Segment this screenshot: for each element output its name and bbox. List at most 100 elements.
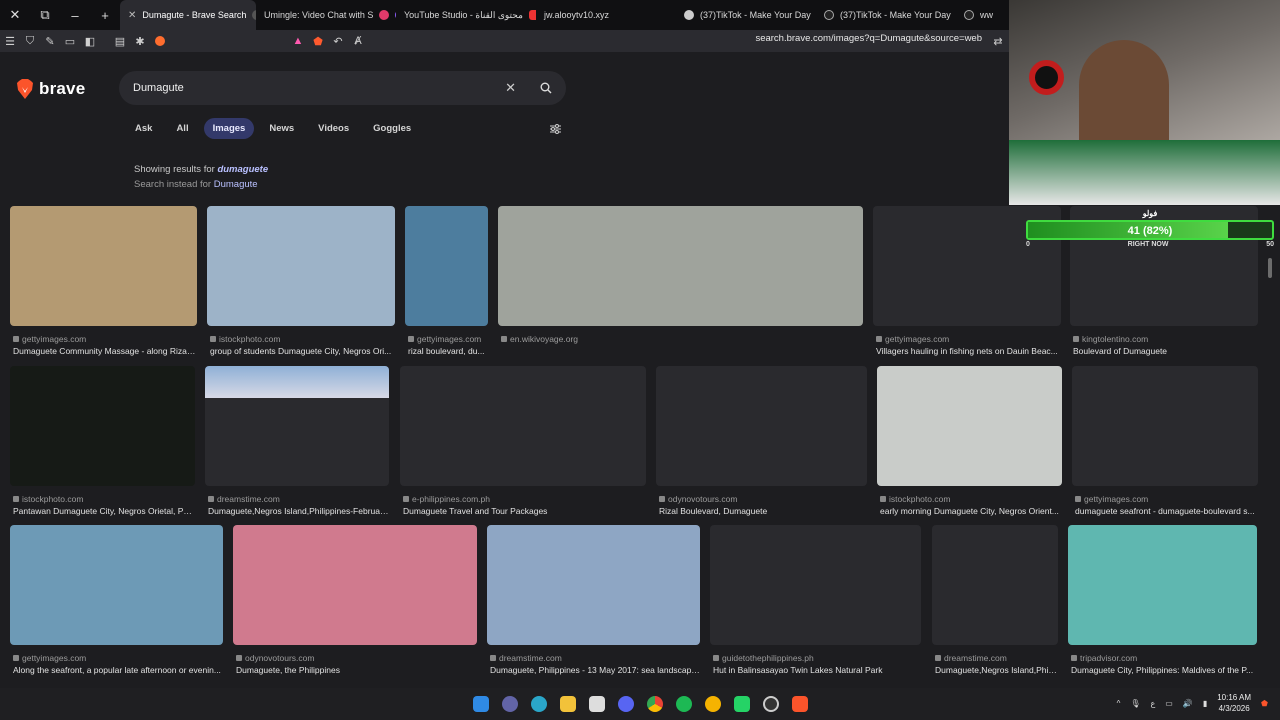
clear-icon[interactable]: ✕ xyxy=(505,80,516,96)
network-icon[interactable]: ▭ xyxy=(1165,699,1173,708)
result-thumbnail[interactable] xyxy=(656,366,867,486)
sidebar-icon[interactable]: ◧ xyxy=(80,30,100,52)
image-result[interactable]: istockphoto.com group of students Dumague… xyxy=(207,206,395,360)
tab-overflow[interactable]: ww xyxy=(956,0,996,30)
obs-icon[interactable] xyxy=(756,688,785,720)
result-title[interactable]: Along the seafront, a popular late after… xyxy=(13,665,223,675)
mic-icon[interactable]: 🎙 xyxy=(1130,699,1140,708)
result-thumbnail[interactable] xyxy=(207,206,395,326)
edge-icon[interactable] xyxy=(524,688,553,720)
scrollbar-thumb[interactable] xyxy=(1268,258,1272,278)
edit-icon[interactable]: ✎ xyxy=(40,30,60,52)
result-source[interactable]: e-philippines.com.ph xyxy=(403,494,490,504)
result-source[interactable]: istockphoto.com xyxy=(13,494,83,504)
close-window-icon[interactable]: ✕ xyxy=(0,0,30,30)
filter-icon[interactable] xyxy=(550,124,561,134)
share-icon[interactable]: ⇄ xyxy=(988,30,1008,52)
search-box[interactable]: Dumagute ✕ xyxy=(119,71,566,105)
brave-tray-icon[interactable]: ⬟ xyxy=(1261,699,1268,708)
result-title[interactable]: Dumaguete,Negros Island,Phili... xyxy=(935,665,1058,675)
image-result[interactable]: en.wikivoyage.org xyxy=(498,206,863,360)
undo-icon[interactable]: ↶ xyxy=(328,30,348,52)
store-icon[interactable] xyxy=(582,688,611,720)
shield-icon[interactable]: ⛉ xyxy=(20,30,40,52)
result-thumbnail[interactable] xyxy=(400,366,646,486)
tab-tiktok-2[interactable]: (37)TikTok - Make Your Day xyxy=(816,0,956,30)
image-result[interactable]: tripadvisor.com Dumaguete City, Philippin… xyxy=(1068,525,1257,679)
result-source[interactable]: gettyimages.com xyxy=(408,334,481,344)
result-title[interactable]: dumaguete seafront - dumaguete-boulevard… xyxy=(1075,506,1258,516)
search-input[interactable]: Dumagute xyxy=(133,82,505,94)
extension-icon[interactable]: ✱ xyxy=(130,30,150,52)
battery-icon[interactable]: ▮ xyxy=(1203,699,1207,708)
result-thumbnail[interactable] xyxy=(932,525,1058,645)
image-result[interactable]: istockphoto.com early morning Dumaguete C… xyxy=(877,366,1062,520)
search-tab-ask[interactable]: Ask xyxy=(126,118,161,139)
result-source[interactable]: odynovotours.com xyxy=(659,494,737,504)
tab-tiktok-1[interactable]: (37)TikTok - Make Your Day xyxy=(676,0,816,30)
result-source[interactable]: dreamstime.com xyxy=(490,653,562,663)
image-result[interactable]: gettyimages.com Along the seafront, a pop… xyxy=(10,525,223,679)
result-title[interactable]: Dumaguete, Philippines - 13 May 2017: se… xyxy=(490,665,700,675)
result-title[interactable]: Villagers hauling in fishing nets on Dau… xyxy=(876,346,1061,356)
image-result[interactable]: e-philippines.com.ph Dumaguete Travel and… xyxy=(400,366,646,520)
result-source[interactable]: gettyimages.com xyxy=(13,334,86,344)
result-source[interactable]: gettyimages.com xyxy=(1075,494,1148,504)
result-thumbnail[interactable] xyxy=(10,206,197,326)
start-icon[interactable] xyxy=(466,688,495,720)
result-thumbnail[interactable] xyxy=(205,366,389,486)
result-source[interactable]: odynovotours.com xyxy=(236,653,314,663)
brave-shields-icon[interactable]: ⬟ xyxy=(308,30,328,52)
minimize-icon[interactable]: – xyxy=(60,0,90,30)
whatsapp-icon[interactable] xyxy=(727,688,756,720)
result-thumbnail[interactable] xyxy=(405,206,488,326)
result-title[interactable]: Dumaguete, the Philippines xyxy=(236,665,477,675)
volume-icon[interactable]: 🔊 xyxy=(1183,699,1193,708)
result-source[interactable]: en.wikivoyage.org xyxy=(501,334,578,344)
result-source[interactable]: gettyimages.com xyxy=(876,334,949,344)
result-thumbnail[interactable] xyxy=(877,366,1062,486)
tab-alooytv[interactable]: jw.alooytv10.xyz xyxy=(536,0,676,30)
result-source[interactable]: dreamstime.com xyxy=(208,494,280,504)
result-thumbnail[interactable] xyxy=(1068,525,1257,645)
result-source[interactable]: dreamstime.com xyxy=(935,653,1007,663)
image-result[interactable]: odynovotours.com Rizal Boulevard, Dumague… xyxy=(656,366,867,520)
search-tab-goggles[interactable]: Goggles xyxy=(364,118,420,139)
address-bar[interactable]: search.brave.com/images?q=Dumagute&sourc… xyxy=(755,33,982,44)
tab-search-icon[interactable]: ▭ xyxy=(60,30,80,52)
search-tab-images[interactable]: Images xyxy=(203,118,255,139)
result-title[interactable]: Dumaguete City, Philippines: Maldives of… xyxy=(1071,665,1257,675)
image-result[interactable]: dreamstime.com Dumaguete, Philippines - 1… xyxy=(487,525,700,679)
scrollbar[interactable] xyxy=(1268,258,1274,720)
result-source[interactable]: istockphoto.com xyxy=(210,334,280,344)
clock[interactable]: 10:16 AM 4/3/2026 xyxy=(1217,692,1251,714)
result-source[interactable]: istockphoto.com xyxy=(880,494,950,504)
image-result[interactable]: gettyimages.com dumaguete seafront - duma… xyxy=(1072,366,1258,520)
brave-taskbar-icon[interactable] xyxy=(785,688,814,720)
tab-umingle[interactable]: Umingle: Video Chat with S xyxy=(256,0,396,30)
result-title[interactable]: Pantawan Dumaguete City, Negros Orietal,… xyxy=(13,506,195,516)
brave-logo[interactable]: brave xyxy=(16,79,85,99)
tray-chevron-icon[interactable]: ^ xyxy=(1117,699,1121,708)
result-title[interactable]: Dumaguete,Negros Island,Philippines-Febr… xyxy=(208,506,389,516)
result-thumbnail[interactable] xyxy=(233,525,477,645)
spotify-icon[interactable] xyxy=(669,688,698,720)
tab-menu-icon[interactable]: ⧉ xyxy=(30,0,60,30)
tab-brave-search[interactable]: ✕ Dumagute - Brave Search xyxy=(120,0,256,30)
result-source[interactable]: gettyimages.com xyxy=(13,653,86,663)
search-tab-news[interactable]: News xyxy=(260,118,303,139)
image-result[interactable]: dreamstime.com Dumaguete,Negros Island,Ph… xyxy=(932,525,1058,679)
search-icon[interactable] xyxy=(540,82,552,94)
result-thumbnail[interactable] xyxy=(1072,366,1258,486)
image-result[interactable]: dreamstime.com Dumaguete,Negros Island,Ph… xyxy=(205,366,389,520)
discord-icon[interactable] xyxy=(611,688,640,720)
result-thumbnail[interactable] xyxy=(10,366,195,486)
tab-youtube-studio[interactable]: YouTube Studio - محتوى القناة xyxy=(396,0,536,30)
close-tab-icon[interactable]: ✕ xyxy=(128,10,136,21)
image-result[interactable]: odynovotours.com Dumaguete, the Philippin… xyxy=(233,525,477,679)
new-tab-icon[interactable]: + xyxy=(90,0,120,30)
result-title[interactable]: early morning Dumaguete City, Negros Ori… xyxy=(880,506,1062,516)
result-title[interactable]: rizal boulevard, du... xyxy=(408,346,488,356)
result-source[interactable]: tripadvisor.com xyxy=(1071,653,1137,663)
result-title[interactable]: group of students Dumaguete City, Negros… xyxy=(210,346,395,356)
